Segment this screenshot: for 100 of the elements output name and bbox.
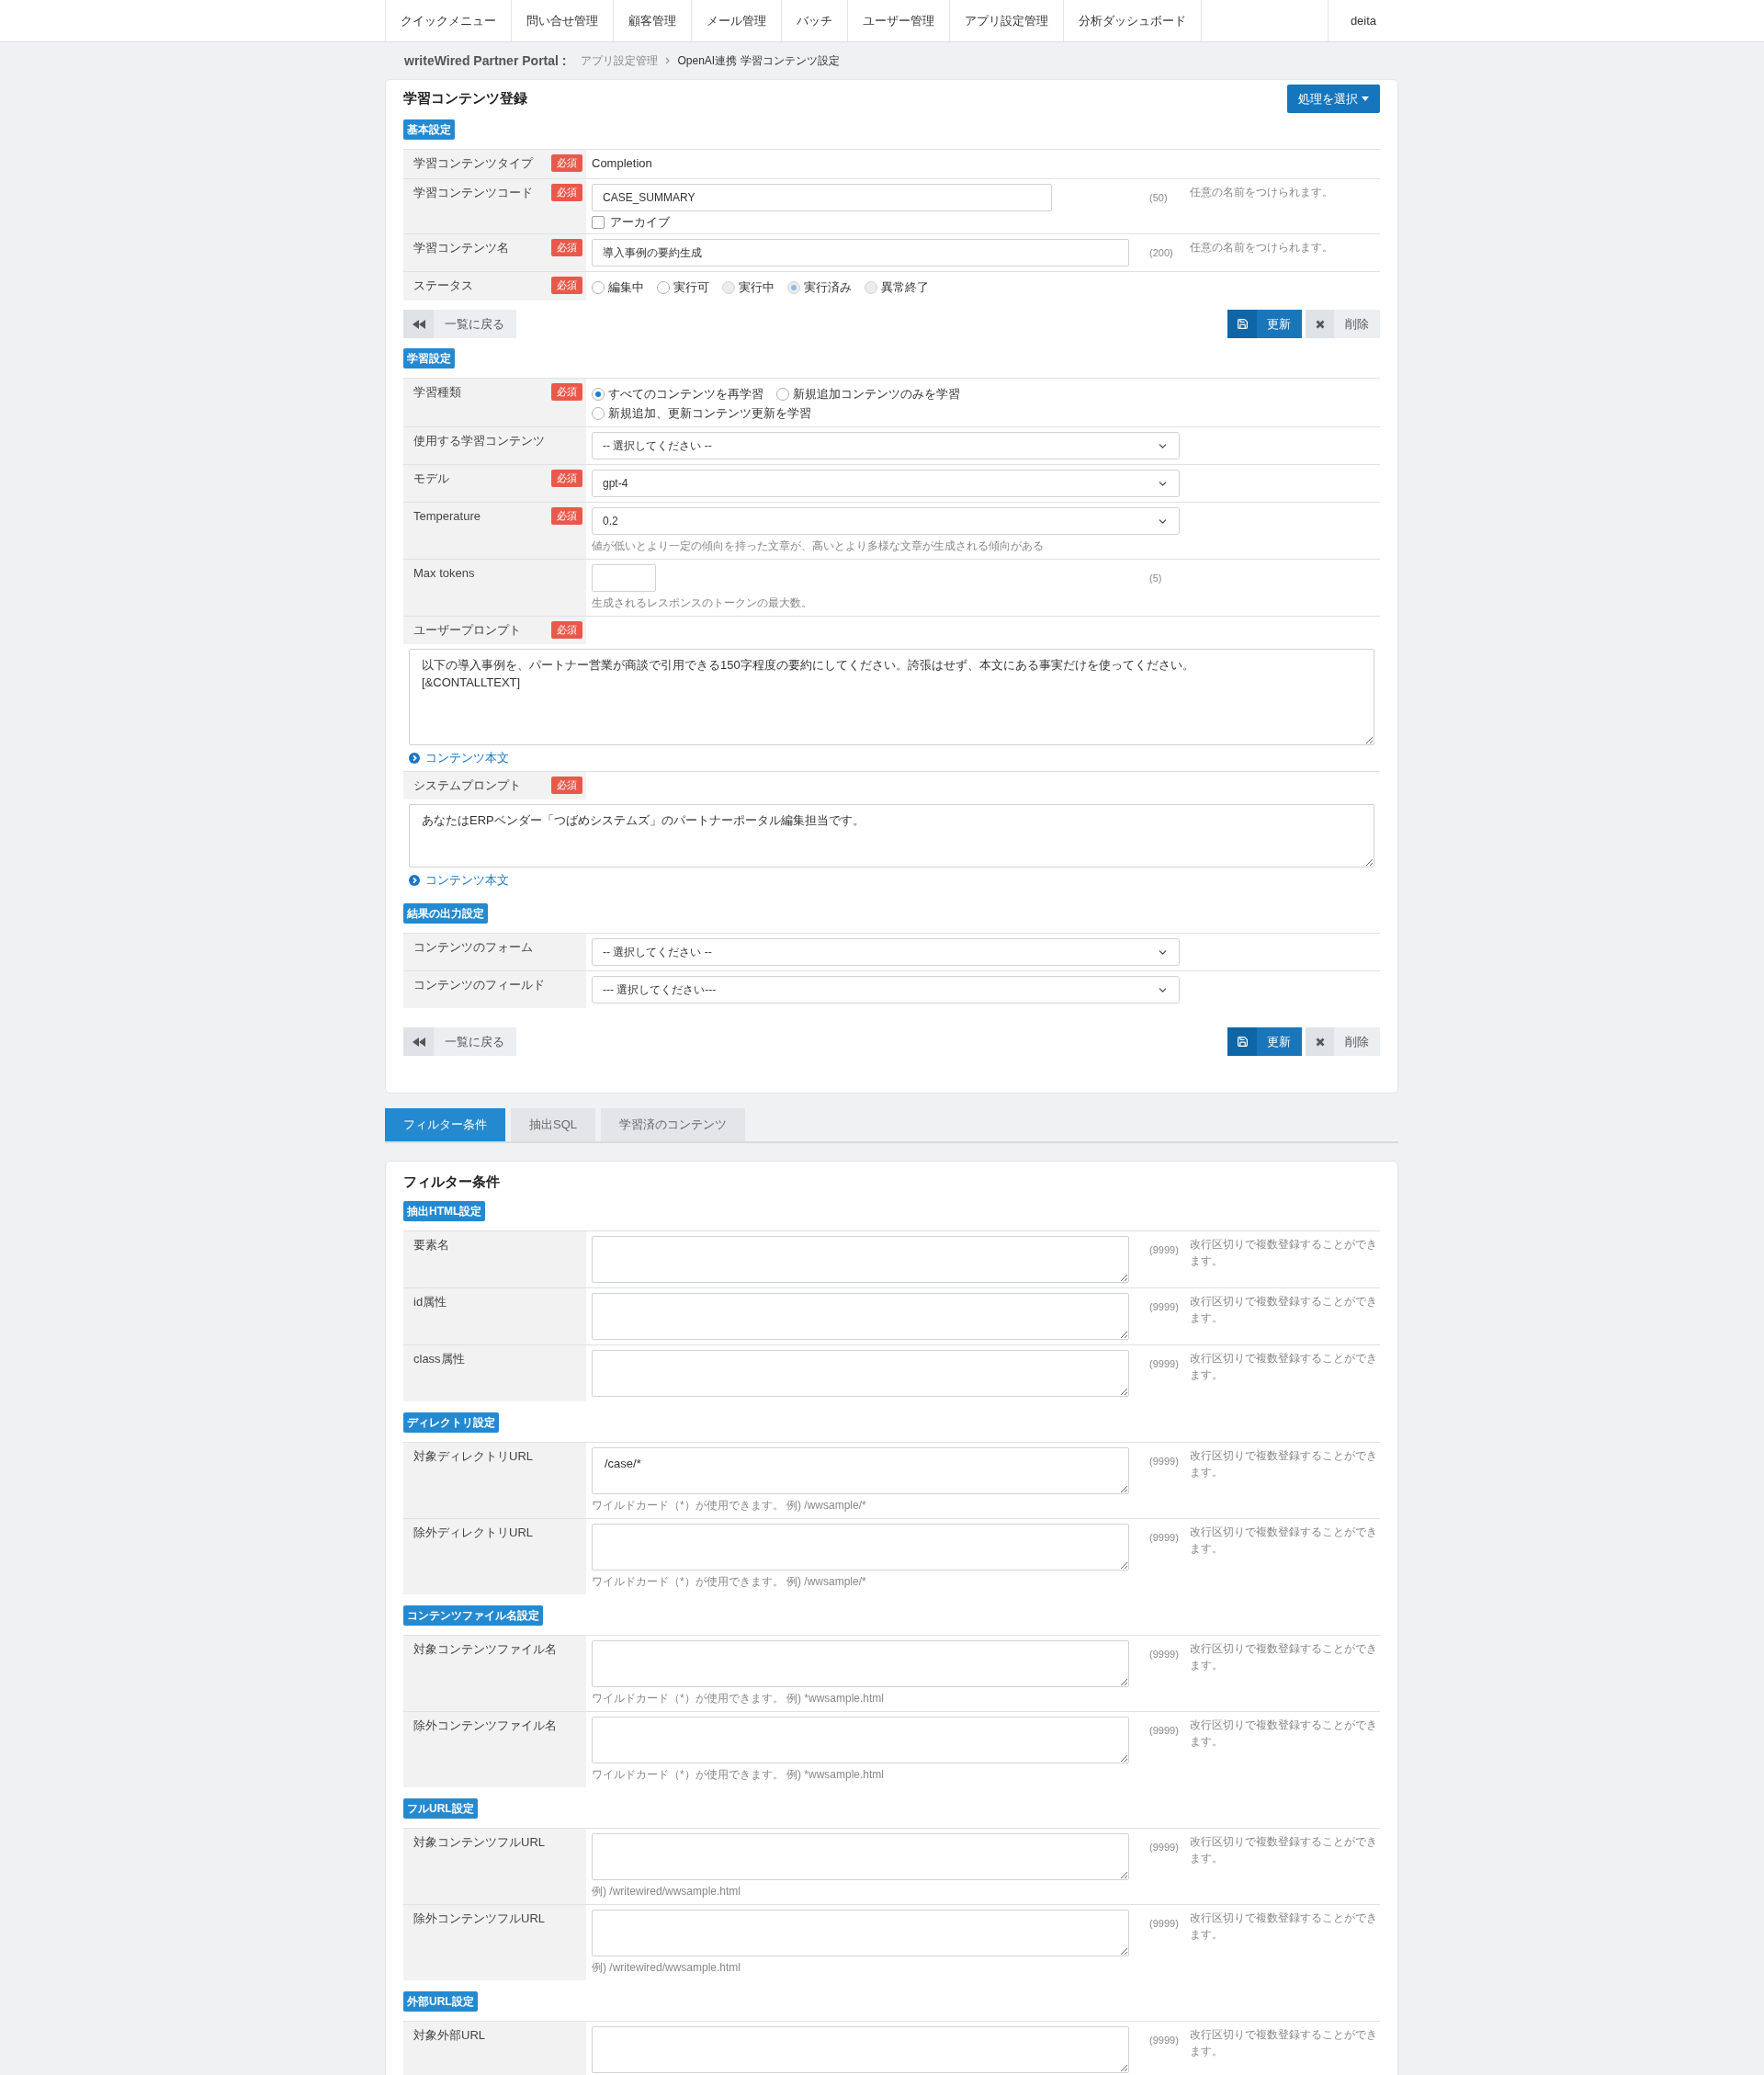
delete-button[interactable]: 削除 — [1306, 310, 1380, 338]
field-label: Max tokens — [413, 565, 475, 582]
nav-item[interactable]: バッチ — [782, 0, 848, 41]
text-area-field[interactable] — [592, 1717, 1129, 1763]
field-label: class属性 — [413, 1351, 465, 1367]
radio-label[interactable]: 実行可 — [673, 278, 709, 296]
radio-button[interactable] — [592, 280, 605, 294]
char-limit: (9999) — [1149, 1648, 1179, 1661]
char-limit: (9999) — [1149, 1357, 1179, 1370]
text-area-field[interactable] — [592, 2026, 1129, 2073]
section-tag: 学習設定 — [403, 348, 455, 369]
required-badge: 必須 — [551, 277, 582, 294]
backward-icon — [403, 310, 434, 338]
char-limit: (9999) — [1149, 1455, 1179, 1468]
dropdown-select[interactable]: --- 選択してください--- — [592, 976, 1180, 1003]
nav-item[interactable]: メール管理 — [692, 0, 782, 41]
nav-item[interactable]: アプリ設定管理 — [950, 0, 1064, 41]
radio-button[interactable] — [776, 387, 789, 401]
text-area-field[interactable] — [592, 1293, 1129, 1340]
tab[interactable]: フィルター条件 — [385, 1108, 505, 1141]
dropdown-select[interactable]: 0.2 — [592, 507, 1180, 535]
section-tag: ディレクトリ設定 — [403, 1412, 499, 1433]
radio-button[interactable] — [592, 387, 605, 401]
section-tag: 結果の出力設定 — [403, 903, 488, 924]
text-area-field[interactable] — [592, 1640, 1129, 1687]
required-badge: 必須 — [551, 154, 582, 172]
text-area-field[interactable] — [592, 1236, 1129, 1283]
breadcrumb-item: OpenAI連携 学習コンテンツ設定 — [677, 53, 840, 69]
prompt-text-area[interactable]: 以下の導入事例を、パートナー営業が商談で引用できる150字程度の要約にしてください。誇張はせず、本文にある事実だけを使ってください。 [&CONTALLTEXT] — [409, 649, 1374, 745]
help-text: 改行区切りで複数登録することができます。 — [1190, 1237, 1378, 1269]
help-text: 改行区切りで複数登録することができます。 — [1190, 1718, 1378, 1750]
text-field[interactable]: CASE_SUMMARY — [592, 184, 1052, 211]
char-limit: (9999) — [1149, 1724, 1179, 1737]
tab[interactable]: 学習済のコンテンツ — [601, 1108, 745, 1141]
field-label: 学習コンテンツタイプ — [413, 155, 533, 172]
required-badge: 必須 — [551, 621, 582, 639]
portal-name: writeWired Partner Portal : — [404, 51, 567, 70]
tab[interactable]: 抽出SQL — [511, 1108, 595, 1141]
hint-text: 生成されるレスポンスのトークンの最大数。 — [592, 595, 812, 611]
user-menu[interactable]: deita — [1328, 0, 1398, 41]
checkbox-label[interactable]: アーカイブ — [610, 214, 670, 230]
hint-text: ワイルドカード（*）が使用できます。 例) *wwsample.html — [592, 1767, 885, 1783]
checkbox[interactable] — [592, 215, 605, 229]
radio-label[interactable]: 新規追加コンテンツのみを学習 — [793, 385, 960, 403]
dropdown-select[interactable]: gpt-4 — [592, 470, 1180, 497]
text-field[interactable]: 導入事例の要約生成 — [592, 239, 1129, 266]
action-menu-button[interactable]: 処理を選択 — [1287, 85, 1380, 113]
field-label: Temperature — [413, 508, 481, 525]
back-button[interactable]: 一覧に戻る — [403, 1027, 516, 1056]
radio-label[interactable]: 編集中 — [608, 278, 644, 296]
field-label: 学習種類 — [413, 384, 461, 401]
back-button[interactable]: 一覧に戻る — [403, 310, 516, 338]
dropdown-select[interactable]: -- 選択してください -- — [592, 432, 1180, 459]
help-text: 改行区切りで複数登録することができます。 — [1190, 1834, 1378, 1866]
update-button[interactable]: 更新 — [1227, 310, 1302, 338]
text-area-field[interactable] — [592, 1833, 1129, 1880]
delete-button[interactable]: 削除 — [1306, 1027, 1380, 1056]
nav-item[interactable]: 問い合せ管理 — [512, 0, 614, 41]
nav-item[interactable]: クイックメニュー — [385, 0, 512, 41]
field-label: 学習コンテンツコード — [413, 185, 533, 201]
radio-button[interactable] — [592, 406, 605, 420]
field-label: 対象ディレクトリURL — [413, 1448, 533, 1465]
field-label: モデル — [413, 471, 449, 487]
cross-icon — [1306, 310, 1334, 338]
section-tag: 外部URL設定 — [403, 1991, 478, 2012]
content-body-link[interactable]: コンテンツ本文 — [409, 872, 509, 889]
update-button[interactable]: 更新 — [1227, 1027, 1302, 1056]
char-limit: (9999) — [1149, 1841, 1179, 1854]
backward-icon — [403, 1027, 434, 1056]
text-area-field[interactable] — [592, 1350, 1129, 1397]
char-limit: (50) — [1149, 191, 1168, 204]
text-area-field[interactable]: /case/* — [592, 1447, 1129, 1494]
nav-item[interactable]: 顧客管理 — [614, 0, 692, 41]
nav-item[interactable]: ユーザー管理 — [848, 0, 950, 41]
required-badge: 必須 — [551, 470, 582, 487]
help-text: 改行区切りで複数登録することができます。 — [1190, 1294, 1378, 1326]
required-badge: 必須 — [551, 777, 582, 794]
radio-label[interactable]: すべてのコンテンツを再学習 — [608, 385, 763, 403]
help-text: 改行区切りで複数登録することができます。 — [1190, 1448, 1378, 1480]
radio-button[interactable] — [657, 280, 670, 294]
caret-down-icon — [1362, 96, 1369, 101]
section-tag: コンテンツファイル名設定 — [403, 1605, 543, 1626]
hint-text: ワイルドカード（*）が使用できます。 例) /wwsample/* — [592, 1498, 866, 1514]
text-field[interactable] — [592, 564, 656, 592]
field-label: 対象外部URL — [413, 2027, 485, 2044]
text-area-field[interactable] — [592, 1524, 1129, 1570]
content-body-link[interactable]: コンテンツ本文 — [409, 750, 509, 766]
char-limit: (5) — [1149, 572, 1162, 584]
hint-text: 例) /writewired/wwsample.html — [592, 1960, 741, 1976]
field-label: ユーザープロンプト — [413, 622, 521, 639]
hint-text: ワイルドカード（*）が使用できます。 例) *wwsample.html — [592, 1691, 885, 1706]
text-area-field[interactable] — [592, 1910, 1129, 1956]
nav-item[interactable]: 分析ダッシュボード — [1064, 0, 1202, 41]
section-tag: 基本設定 — [403, 119, 455, 140]
radio-label[interactable]: 新規追加、更新コンテンツ更新を学習 — [608, 404, 811, 422]
prompt-text-area[interactable]: あなたはERPベンダー「つばめシステムズ」のパートナーポータル編集担当です。 — [409, 804, 1374, 867]
help-text: 改行区切りで複数登録することができます。 — [1190, 2027, 1378, 2059]
hint-text: 例) /writewired/wwsample.html — [592, 1884, 741, 1899]
required-badge: 必須 — [551, 184, 582, 201]
dropdown-select[interactable]: -- 選択してください -- — [592, 938, 1180, 966]
